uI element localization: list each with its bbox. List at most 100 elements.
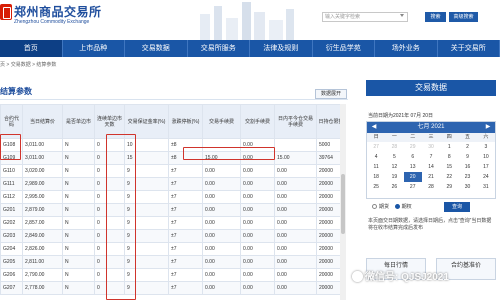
- radio-checked-icon[interactable]: [394, 204, 400, 210]
- advanced-search-button[interactable]: 高级搜索: [449, 12, 478, 22]
- table-row: G205 2,811.00 N 0 9 ±7 0.00 0.00 0.00 20000: [0, 255, 346, 269]
- calendar-day[interactable]: 6: [404, 152, 422, 162]
- table-scrollbar[interactable]: [340, 104, 346, 300]
- highlight-fee-row-box: [183, 147, 275, 160]
- calendar-weekday: 三: [428, 134, 434, 140]
- calendar-day[interactable]: 7: [422, 152, 440, 162]
- scrollbar-thumb[interactable]: [341, 174, 345, 234]
- table-cell: 0.00: [202, 229, 241, 243]
- radio-unchecked-icon[interactable]: [372, 204, 377, 210]
- table-cell: G111: [0, 177, 23, 191]
- table-cell: 0.00: [240, 203, 275, 217]
- calendar-day[interactable]: 28: [422, 182, 440, 192]
- calendar-weekday: 日: [373, 134, 379, 140]
- table-cell: N: [62, 255, 95, 269]
- calendar-day[interactable]: 21: [422, 172, 440, 182]
- calendar-day[interactable]: 17: [477, 162, 495, 172]
- column-header: 交割手续费: [240, 104, 275, 139]
- calendar-day[interactable]: 3: [477, 142, 495, 152]
- table-cell: 0.00: [274, 203, 317, 217]
- calendar-day[interactable]: 31: [477, 182, 495, 192]
- nav-item-products[interactable]: 上市品种: [63, 40, 125, 57]
- query-button[interactable]: 查询: [444, 202, 470, 212]
- nav-item-about[interactable]: 关于交易所: [438, 40, 500, 57]
- calendar-day[interactable]: 2: [458, 142, 476, 152]
- table-cell: [274, 138, 317, 152]
- calendar-day[interactable]: 29: [440, 182, 458, 192]
- calendar-day[interactable]: 28: [385, 142, 403, 152]
- calendar-day[interactable]: 5: [385, 152, 403, 162]
- radio-futures[interactable]: 期货: [372, 204, 389, 210]
- calendar-day[interactable]: 29: [404, 142, 422, 152]
- table-cell: 2,995.00: [22, 190, 63, 204]
- table-cell: 0.00: [202, 255, 241, 269]
- table-cell: 0.00: [202, 203, 241, 217]
- table-cell: 0.00: [274, 255, 317, 269]
- calendar-day[interactable]: 23: [458, 172, 476, 182]
- highlight-margin-column-box: [106, 134, 136, 300]
- calendar-day[interactable]: 1: [440, 142, 458, 152]
- calendar-day[interactable]: 19: [385, 172, 403, 182]
- calendar-day[interactable]: 9: [458, 152, 476, 162]
- nav-item-home[interactable]: 首页: [0, 40, 63, 57]
- column-header: 涨跌停板(%): [168, 104, 203, 139]
- calendar-day[interactable]: 11: [367, 162, 385, 172]
- table-cell: 0.00: [274, 164, 317, 178]
- table-cell: G110: [0, 164, 23, 178]
- table-cell: G112: [0, 190, 23, 204]
- settlement-table: 合约代码 当日结算价 是否单边市 连续单边市天数 交易保证金率(%) 涨跌停板(%) 交易手…: [0, 104, 346, 295]
- watermark-text: 微信号: QJSJ2021: [365, 272, 449, 283]
- table-cell: 0.00: [240, 281, 275, 295]
- table-cell: G203: [0, 229, 23, 243]
- current-date-text: 当前日期为2021年 07月 20日: [368, 113, 434, 119]
- calendar-day[interactable]: 10: [477, 152, 495, 162]
- table-cell: 2,778.00: [22, 281, 63, 295]
- calendar-day[interactable]: 15: [440, 162, 458, 172]
- nav-item-academy[interactable]: 衍生品学苑: [313, 40, 375, 57]
- nav-item-services[interactable]: 交易所服务: [188, 40, 250, 57]
- exchange-logo-icon[interactable]: [0, 4, 12, 20]
- calendar-days: 27 28 29 30 1 2 3 4 5 6 7 8 9 10 11 12 13 14 15 16 17 18 19 20 2…: [367, 142, 495, 192]
- breadcrumb[interactable]: 页 > 交易数据 > 结算参数: [0, 61, 56, 68]
- calendar-day[interactable]: 22: [440, 172, 458, 182]
- table-cell: 2,857.00: [22, 216, 63, 230]
- calendar-day[interactable]: 27: [367, 142, 385, 152]
- calendar-day[interactable]: 30: [458, 182, 476, 192]
- table-cell: 0.00: [240, 268, 275, 282]
- calendar-day[interactable]: 25: [367, 182, 385, 192]
- logo-chinese-name[interactable]: 郑州商品交易所: [14, 3, 102, 20]
- calendar-day[interactable]: 8: [440, 152, 458, 162]
- calendar-day[interactable]: 13: [404, 162, 422, 172]
- radio-options[interactable]: 期权: [394, 204, 412, 210]
- nav-item-trading-data[interactable]: 交易数据: [125, 40, 188, 57]
- expand-data-button[interactable]: 数据展开: [315, 89, 347, 99]
- calendar-next-icon[interactable]: ▶: [483, 122, 493, 133]
- calendar-day[interactable]: 4: [367, 152, 385, 162]
- column-header: 日内平今仓交易手续费: [274, 104, 317, 139]
- search-input[interactable]: 输入关键字检索: [322, 12, 408, 22]
- table-cell: 0.00: [240, 164, 275, 178]
- calendar-day[interactable]: 30: [422, 142, 440, 152]
- calendar-prev-icon[interactable]: ◀: [369, 122, 379, 133]
- search-button[interactable]: 搜索: [425, 12, 446, 22]
- table-cell: ±7: [168, 164, 203, 178]
- calendar-day[interactable]: 27: [404, 182, 422, 192]
- table-row: G111 2,989.00 N 0 9 ±7 0.00 0.00 0.00 20000: [0, 177, 346, 191]
- nav-item-rules[interactable]: 法律及规则: [250, 40, 313, 57]
- calendar-day[interactable]: 24: [477, 172, 495, 182]
- calendar-day[interactable]: 12: [385, 162, 403, 172]
- table-cell: 3,011.00: [22, 138, 63, 152]
- table-cell: 0.00: [240, 216, 275, 230]
- table-cell: N: [62, 281, 95, 295]
- calendar-day[interactable]: 18: [367, 172, 385, 182]
- calendar-day[interactable]: 14: [422, 162, 440, 172]
- calendar-day[interactable]: 26: [385, 182, 403, 192]
- nav-item-otc[interactable]: 场外业务: [375, 40, 438, 57]
- radio-futures-label: 期货: [379, 204, 390, 210]
- chevron-down-icon[interactable]: [400, 14, 404, 17]
- calendar-day[interactable]: 16: [458, 162, 476, 172]
- table-cell: 2,811.00: [22, 255, 63, 269]
- table-cell: 2,790.00: [22, 268, 63, 282]
- table-cell: 0.00: [202, 177, 241, 191]
- calendar-day-selected[interactable]: 20: [403, 172, 422, 182]
